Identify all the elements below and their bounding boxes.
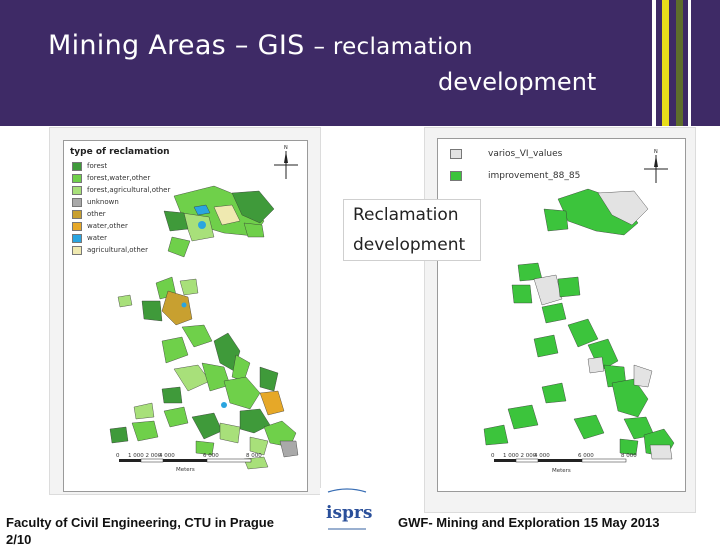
north-arrow-icon: N <box>644 149 668 183</box>
legend-label: forest <box>87 162 108 170</box>
left-map: N 0 1 000 2 000 4 000 6 000 8 000 Meters… <box>63 140 308 492</box>
left-legend-item: other <box>72 209 106 219</box>
left-scale-tick-2: 4 000 <box>159 453 175 459</box>
footer-institution: Faculty of Civil Engineering, CTU in Pra… <box>6 515 274 530</box>
legend-label: water,other <box>87 222 128 230</box>
left-legend-item: forest <box>72 161 107 171</box>
isprs-logo: isprs <box>320 488 374 540</box>
right-map: N 0 1 000 2 000 4 000 6 000 8 000 Meters… <box>437 138 686 492</box>
right-legend-item: improvement_88_85 <box>450 171 580 181</box>
isprs-logo-graphic: isprs <box>326 488 372 530</box>
footer-event: GWF- Mining and Exploration 15 May 2013 <box>398 515 660 530</box>
header-stripe-white-2 <box>688 0 691 126</box>
legend-swatch <box>72 197 82 207</box>
left-scale-bar <box>119 458 252 463</box>
header-stripe-yellow <box>662 0 669 126</box>
left-scale-tick-3: 6 000 <box>203 453 219 459</box>
legend-label: agricultural,other <box>87 246 148 254</box>
slide-header <box>0 0 720 126</box>
right-legend-item: varios_VI_values <box>450 149 562 159</box>
legend-swatch <box>72 161 82 171</box>
title-text-sub: – reclamation <box>313 34 473 60</box>
header-stripe-white <box>652 0 656 126</box>
north-arrow-icon: N <box>274 145 298 179</box>
right-map-drawing: N 0 1 000 2 000 4 000 6 000 8 000 Meters <box>483 149 675 474</box>
svg-text:N: N <box>284 145 288 151</box>
reclamation-callout: Reclamation development <box>343 199 481 261</box>
legend-label: forest,water,other <box>87 174 151 182</box>
title-text-main: Mining Areas – GIS <box>48 30 305 61</box>
right-scale-unit: Meters <box>552 468 571 474</box>
svg-text:N: N <box>654 149 658 155</box>
left-scale-tick-0: 0 <box>116 453 120 459</box>
legend-label: improvement_88_85 <box>488 171 581 181</box>
right-scale-tick-3: 6 000 <box>578 453 594 459</box>
legend-swatch <box>450 149 462 159</box>
legend-swatch <box>72 209 82 219</box>
header-stripe-green <box>676 0 683 126</box>
left-scale-tick-1: 1 000 2 000 <box>128 453 162 459</box>
callout-line-2: development <box>353 235 466 255</box>
legend-label: varios_VI_values <box>488 149 563 159</box>
right-scale-tick-2: 4 000 <box>534 453 550 459</box>
left-scale-unit: Meters <box>176 467 195 473</box>
left-legend-item: water <box>72 233 107 243</box>
left-scale-tick-4: 8 000 <box>246 453 262 459</box>
reclamation-areas <box>109 185 299 470</box>
legend-swatch <box>72 185 82 195</box>
left-legend-item: forest,water,other <box>72 173 150 183</box>
legend-swatch <box>72 245 82 255</box>
legend-label: unknown <box>87 198 119 206</box>
right-scale-tick-4: 8 000 <box>621 453 637 459</box>
right-scale-tick-0: 0 <box>491 453 495 459</box>
legend-swatch <box>72 173 82 183</box>
left-legend-title: type of reclamation <box>70 147 170 157</box>
callout-line-1: Reclamation <box>353 205 459 225</box>
right-scale-tick-1: 1 000 2 000 <box>503 453 537 459</box>
legend-swatch <box>72 233 82 243</box>
slide-title-line2: development <box>438 68 597 96</box>
legend-label: forest,agricultural,other <box>87 186 171 194</box>
legend-label: water <box>87 234 107 242</box>
left-legend-item: agricultural,other <box>72 245 148 255</box>
left-legend-item: unknown <box>72 197 119 207</box>
slide-title: Mining Areas – GIS – reclamation <box>48 30 473 61</box>
left-legend-item: forest,agricultural,other <box>72 185 170 195</box>
right-scale-bar <box>494 458 627 463</box>
improvement-areas <box>483 188 675 460</box>
left-legend-item: water,other <box>72 221 128 231</box>
svg-text:isprs: isprs <box>326 503 372 523</box>
legend-swatch <box>72 221 82 231</box>
legend-label: other <box>87 210 106 218</box>
legend-swatch <box>450 171 462 181</box>
